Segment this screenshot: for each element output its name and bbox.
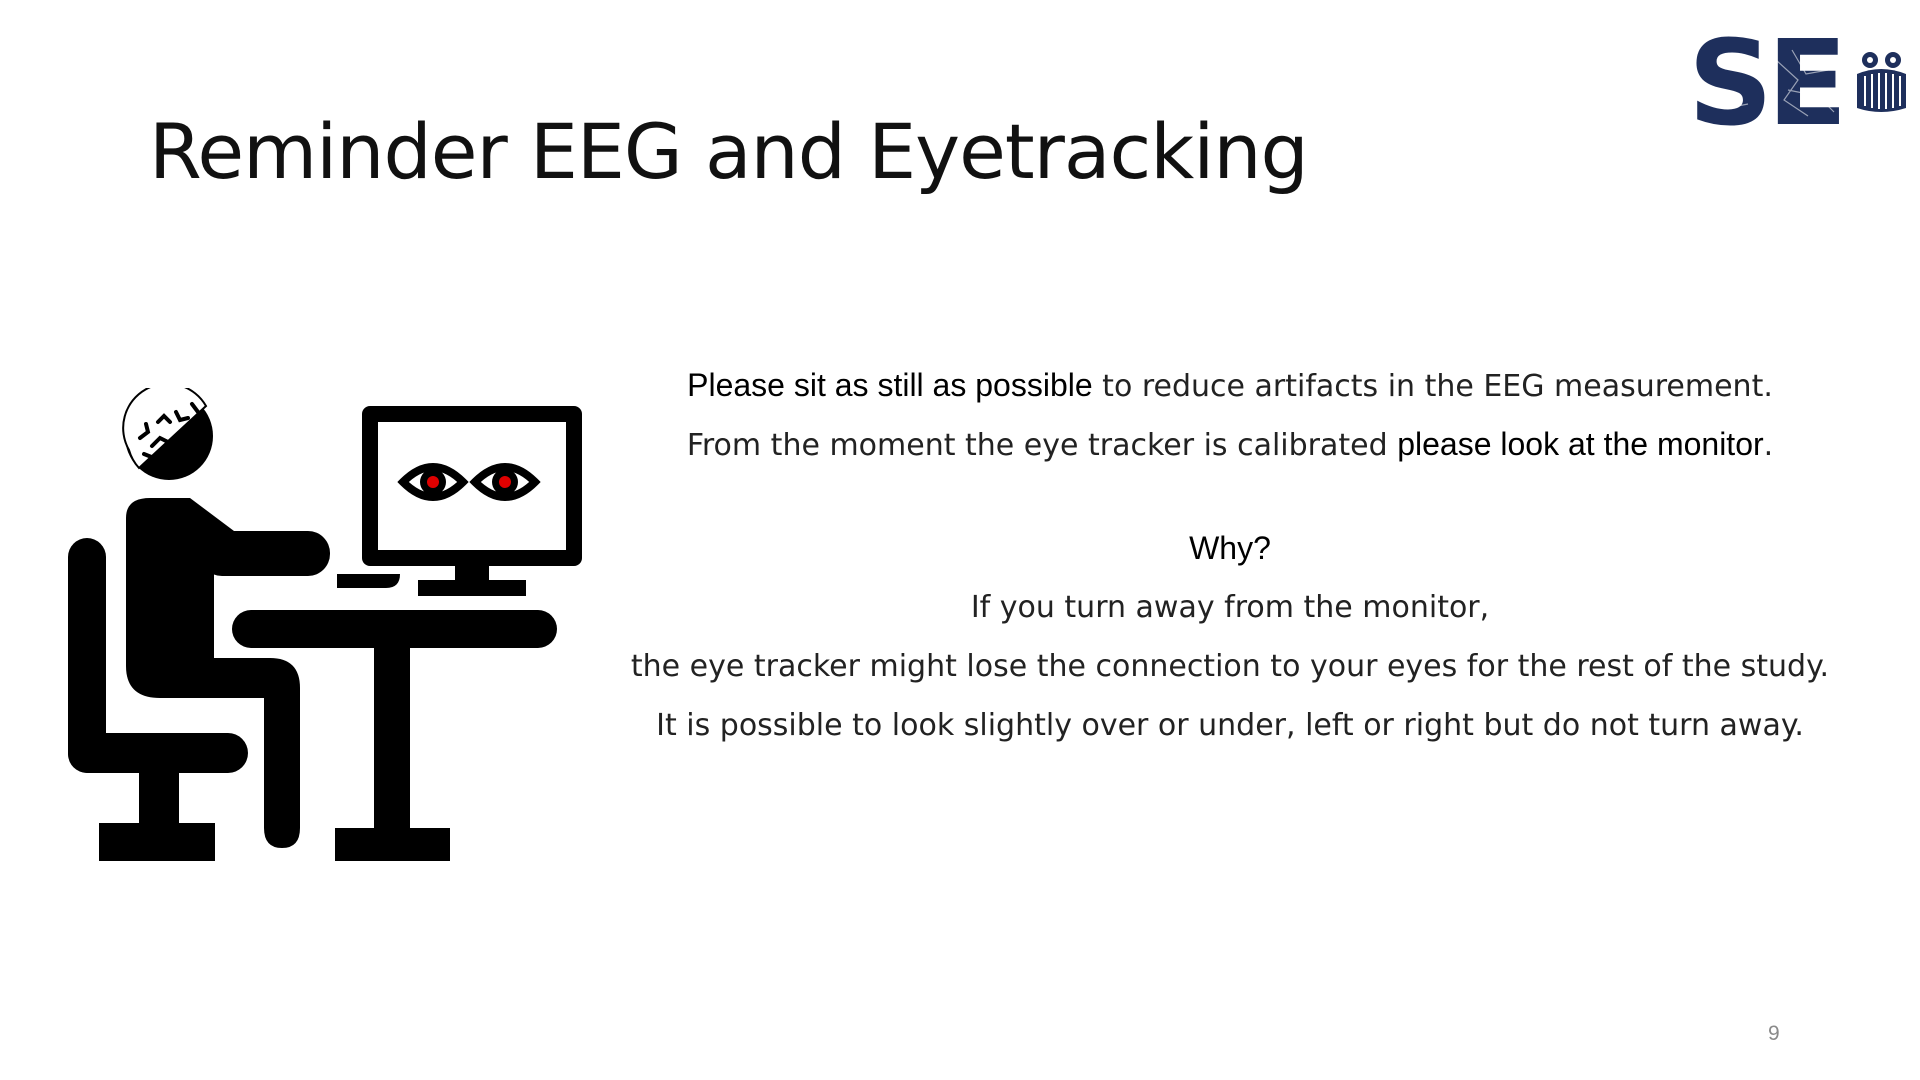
- reason-line-lose-connection: the eye tracker might lose the connectio…: [630, 649, 1830, 684]
- instruction-line-look-at-monitor: From the moment the eye tracker is calib…: [620, 415, 1840, 474]
- person-at-computer-illustration: [68, 388, 582, 861]
- bold-phrase-sit-still: Please sit as still as possible: [687, 367, 1093, 403]
- page-number: 9: [1768, 1022, 1780, 1045]
- monitor-icon: [362, 406, 582, 596]
- eeg-cap-head-icon: [122, 388, 213, 480]
- text-calibrated: From the moment the eye tracker is calib…: [686, 428, 1398, 463]
- se-letters-logo: SE: [1688, 30, 1846, 132]
- instructions-text: Please sit as still as possible to reduc…: [620, 356, 1840, 755]
- reason-line-look-slightly: It is possible to look slightly over or …: [656, 708, 1804, 743]
- university-emblem-icon: [1857, 52, 1906, 112]
- slide-title: Reminder EEG and Eyetracking: [149, 107, 1309, 196]
- reason-line-turn-away: If you turn away from the monitor,: [970, 590, 1490, 625]
- instruction-line-sit-still: Please sit as still as possible to reduc…: [620, 356, 1840, 415]
- se-logo: SE: [1688, 30, 1910, 132]
- why-heading-text: Why?: [1189, 530, 1271, 566]
- logo-text: SE: [1688, 30, 1842, 132]
- bold-phrase-look-at-monitor: please look at the monitor: [1397, 426, 1764, 462]
- text-period: .: [1763, 428, 1774, 463]
- text-reduce-artifacts: to reduce artifacts in the EEG measureme…: [1092, 369, 1773, 404]
- why-heading: Why?: [620, 519, 1840, 578]
